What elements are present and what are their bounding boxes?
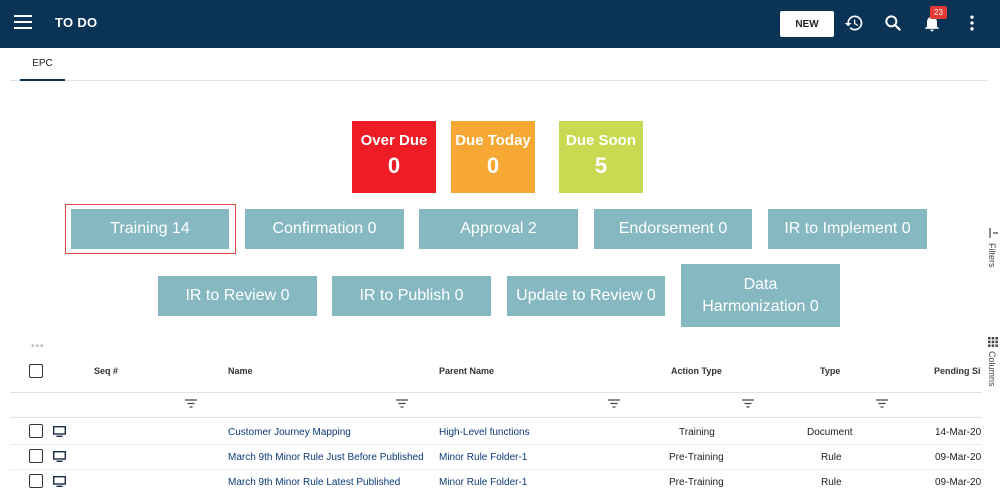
- monitor-icon[interactable]: [53, 426, 66, 437]
- row-pending-since: 14-Mar-20: [935, 427, 982, 438]
- columns-panel-icon[interactable]: [988, 337, 998, 347]
- row-name-link[interactable]: March 9th Minor Rule Just Before Publish…: [228, 452, 424, 463]
- row-checkbox[interactable]: [29, 474, 43, 488]
- column-header-seq[interactable]: Seq #: [94, 366, 118, 376]
- row-name-link[interactable]: Customer Journey Mapping: [228, 427, 351, 438]
- row-type: Document: [807, 427, 853, 438]
- row-pending-since: 09-Mar-20: [935, 477, 982, 488]
- overdue-count: 0: [387, 153, 401, 178]
- page-title: TO DO: [55, 15, 98, 30]
- training-button[interactable]: Training 14: [71, 209, 229, 249]
- top-app-bar: TO DO NEW 23: [0, 0, 1000, 48]
- row-checkbox[interactable]: [29, 424, 43, 438]
- data-harmonization-button[interactable]: Data Harmonization 0: [681, 264, 840, 327]
- history-icon[interactable]: [844, 13, 864, 33]
- row-action-type: Pre-Training: [669, 477, 724, 488]
- row-type: Rule: [821, 452, 842, 463]
- filters-panel-icon[interactable]: [989, 227, 999, 239]
- due-soon-card[interactable]: Due Soon 5: [559, 121, 643, 193]
- row-parent-link[interactable]: Minor Rule Folder-1: [439, 477, 527, 488]
- row-pending-since: 09-Mar-20: [935, 452, 982, 463]
- overdue-card[interactable]: Over Due 0: [352, 121, 436, 193]
- notification-count-badge: 23: [930, 6, 947, 19]
- row-action-type: Training: [679, 427, 715, 438]
- columns-panel-toggle[interactable]: Columns: [987, 351, 997, 387]
- tab-epc[interactable]: EPC: [20, 48, 65, 81]
- due-today-label: Due Today: [455, 132, 531, 149]
- overdue-label: Over Due: [360, 132, 428, 149]
- ir-to-publish-button[interactable]: IR to Publish 0: [332, 276, 491, 316]
- parent-name-filter-icon[interactable]: [608, 399, 620, 408]
- endorsement-button[interactable]: Endorsement 0: [594, 209, 752, 249]
- name-filter-icon[interactable]: [396, 399, 408, 408]
- hamburger-menu-icon[interactable]: [14, 15, 32, 29]
- column-header-pending-since[interactable]: Pending Si: [934, 366, 981, 376]
- update-to-review-button[interactable]: Update to Review 0: [507, 276, 665, 316]
- column-header-name[interactable]: Name: [228, 366, 253, 376]
- column-header-action-type[interactable]: Action Type: [671, 366, 722, 376]
- row-divider: [10, 444, 982, 445]
- ir-to-implement-button[interactable]: IR to Implement 0: [768, 209, 927, 249]
- drag-handle-icon[interactable]: •••: [31, 341, 45, 352]
- more-options-icon[interactable]: [962, 13, 982, 33]
- due-today-count: 0: [486, 153, 500, 178]
- row-checkbox[interactable]: [29, 449, 43, 463]
- filters-panel-toggle[interactable]: Filters: [987, 243, 997, 268]
- filter-row-divider: [10, 417, 982, 418]
- seq-filter-icon[interactable]: [185, 399, 197, 408]
- row-parent-link[interactable]: High-Level functions: [439, 427, 530, 438]
- search-icon[interactable]: [883, 13, 903, 33]
- monitor-icon[interactable]: [53, 451, 66, 462]
- type-filter-icon[interactable]: [876, 399, 888, 408]
- approval-button[interactable]: Approval 2: [419, 209, 578, 249]
- row-name-link[interactable]: March 9th Minor Rule Latest Published: [228, 477, 400, 488]
- new-button[interactable]: NEW: [780, 11, 834, 37]
- column-header-parent-name[interactable]: Parent Name: [439, 366, 494, 376]
- tab-bar: EPC: [10, 48, 988, 81]
- due-soon-count: 5: [594, 153, 608, 178]
- select-all-checkbox[interactable]: [29, 364, 43, 378]
- row-action-type: Pre-Training: [669, 452, 724, 463]
- due-soon-label: Due Soon: [566, 132, 636, 149]
- monitor-icon[interactable]: [53, 476, 66, 487]
- confirmation-button[interactable]: Confirmation 0: [245, 209, 404, 249]
- column-header-type[interactable]: Type: [820, 366, 840, 376]
- row-parent-link[interactable]: Minor Rule Folder-1: [439, 452, 527, 463]
- row-type: Rule: [821, 477, 842, 488]
- header-divider: [10, 392, 982, 393]
- due-today-card[interactable]: Due Today 0: [451, 121, 535, 193]
- ir-to-review-button[interactable]: IR to Review 0: [158, 276, 317, 316]
- action-type-filter-icon[interactable]: [742, 399, 754, 408]
- row-divider: [10, 469, 982, 470]
